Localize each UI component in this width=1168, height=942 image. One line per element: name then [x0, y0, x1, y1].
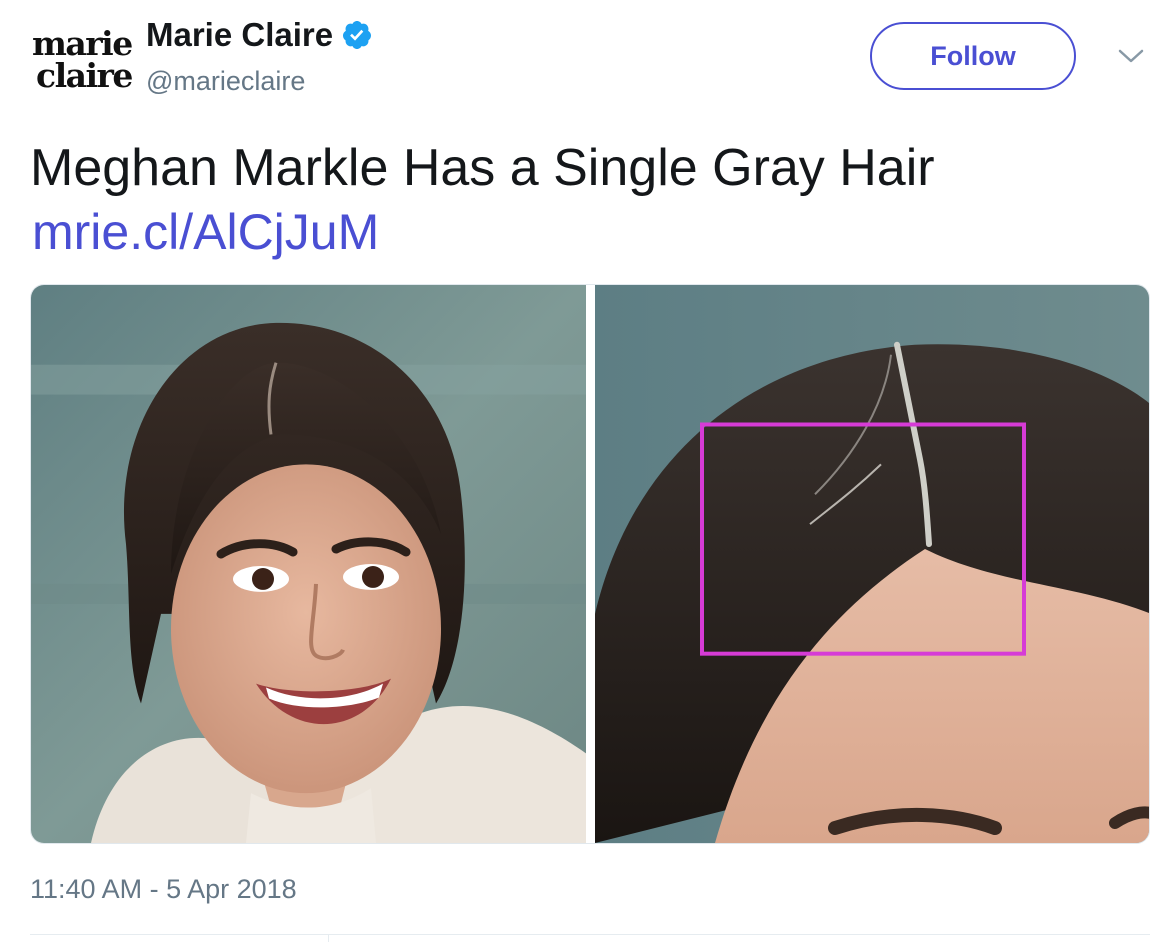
tweet-text: Meghan Markle Has a Single Gray Hair [30, 139, 935, 197]
tweet-link[interactable]: mrie.cl/AlCjJuM [32, 202, 379, 262]
divider [30, 934, 1150, 935]
avatar-logo[interactable]: marie claire [30, 24, 133, 96]
display-name-text: Marie Claire [146, 16, 334, 53]
display-name[interactable]: Marie Claire [146, 16, 373, 54]
chevron-down-icon[interactable] [1116, 46, 1146, 66]
follow-button[interactable]: Follow [870, 22, 1076, 90]
photo-portrait[interactable] [31, 285, 586, 843]
account-handle[interactable]: @marieclaire [146, 66, 305, 97]
tweet-media[interactable] [30, 284, 1150, 844]
logo-text-line2: claire [36, 56, 133, 95]
tweet-timestamp[interactable]: 11:40 AM - 5 Apr 2018 [30, 874, 297, 905]
verified-badge-icon [343, 21, 372, 49]
logo-text-line1: marie [32, 24, 133, 63]
photo-closeup[interactable] [595, 285, 1150, 843]
divider-tick [328, 934, 329, 942]
